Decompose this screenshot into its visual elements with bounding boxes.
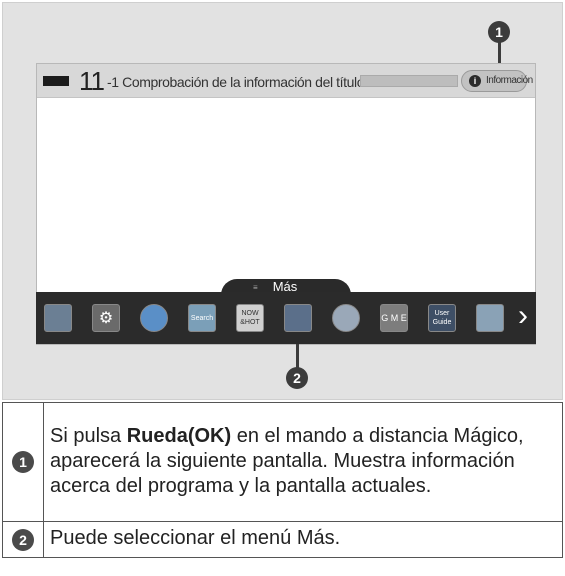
- info-button-label: Información: [486, 75, 533, 86]
- info-icon: i: [469, 75, 481, 87]
- channel-logo: [43, 76, 69, 86]
- step-1-text-before: Si pulsa: [50, 424, 127, 447]
- info-bar: 11 -1 Comprobación de la información del…: [37, 64, 535, 98]
- callout-2-line: [296, 344, 299, 369]
- clock-app-icon[interactable]: [332, 304, 360, 332]
- user-guide-app-icon[interactable]: User Guide: [428, 304, 456, 332]
- step-number-1: 1: [12, 451, 34, 473]
- game-app-icon[interactable]: G M E: [380, 304, 408, 332]
- step-2-text: Puede seleccionar el menú Más.: [50, 527, 341, 549]
- internet-app-icon[interactable]: [140, 304, 168, 332]
- step-number-2: 2: [12, 528, 34, 551]
- step-text-2: Puede seleccionar el menú Más.: [43, 521, 563, 558]
- step-row-2: 2 Puede seleccionar el menú Más.: [2, 521, 563, 558]
- program-progress-bar: [360, 75, 458, 87]
- settings-app-icon[interactable]: ⚙: [92, 304, 120, 332]
- callout-2: 2: [286, 367, 308, 389]
- tv-screen-figure: 1 11 -1 Comprobación de la información d…: [2, 2, 563, 400]
- callout-1: 1: [488, 21, 510, 43]
- app-menu-bar: ⚙ Search NOW &HOT G M E User Guide ›: [36, 292, 536, 344]
- input-app-icon[interactable]: [44, 304, 72, 332]
- now-hot-app-icon[interactable]: NOW &HOT: [236, 304, 264, 332]
- steps-table: 1 Si pulsa Rueda(OK) en el mando a dista…: [2, 402, 563, 558]
- search-app-icon[interactable]: Search: [188, 304, 216, 332]
- program-title: -1 Comprobación de la información del tí…: [107, 74, 362, 90]
- step-1-text-bold: Rueda(OK): [126, 424, 232, 447]
- info-button[interactable]: i Información: [461, 70, 533, 92]
- channel-number: 11: [79, 66, 105, 96]
- chevron-right-icon[interactable]: ›: [518, 300, 528, 332]
- step-row-1: 1 Si pulsa Rueda(OK) en el mando a dista…: [2, 402, 563, 522]
- step-text-1: Si pulsa Rueda(OK) en el mando a distanc…: [43, 402, 563, 522]
- more-menu-icon: ≡: [253, 283, 258, 292]
- photo-app-icon[interactable]: [476, 304, 504, 332]
- smart-share-app-icon[interactable]: [284, 304, 312, 332]
